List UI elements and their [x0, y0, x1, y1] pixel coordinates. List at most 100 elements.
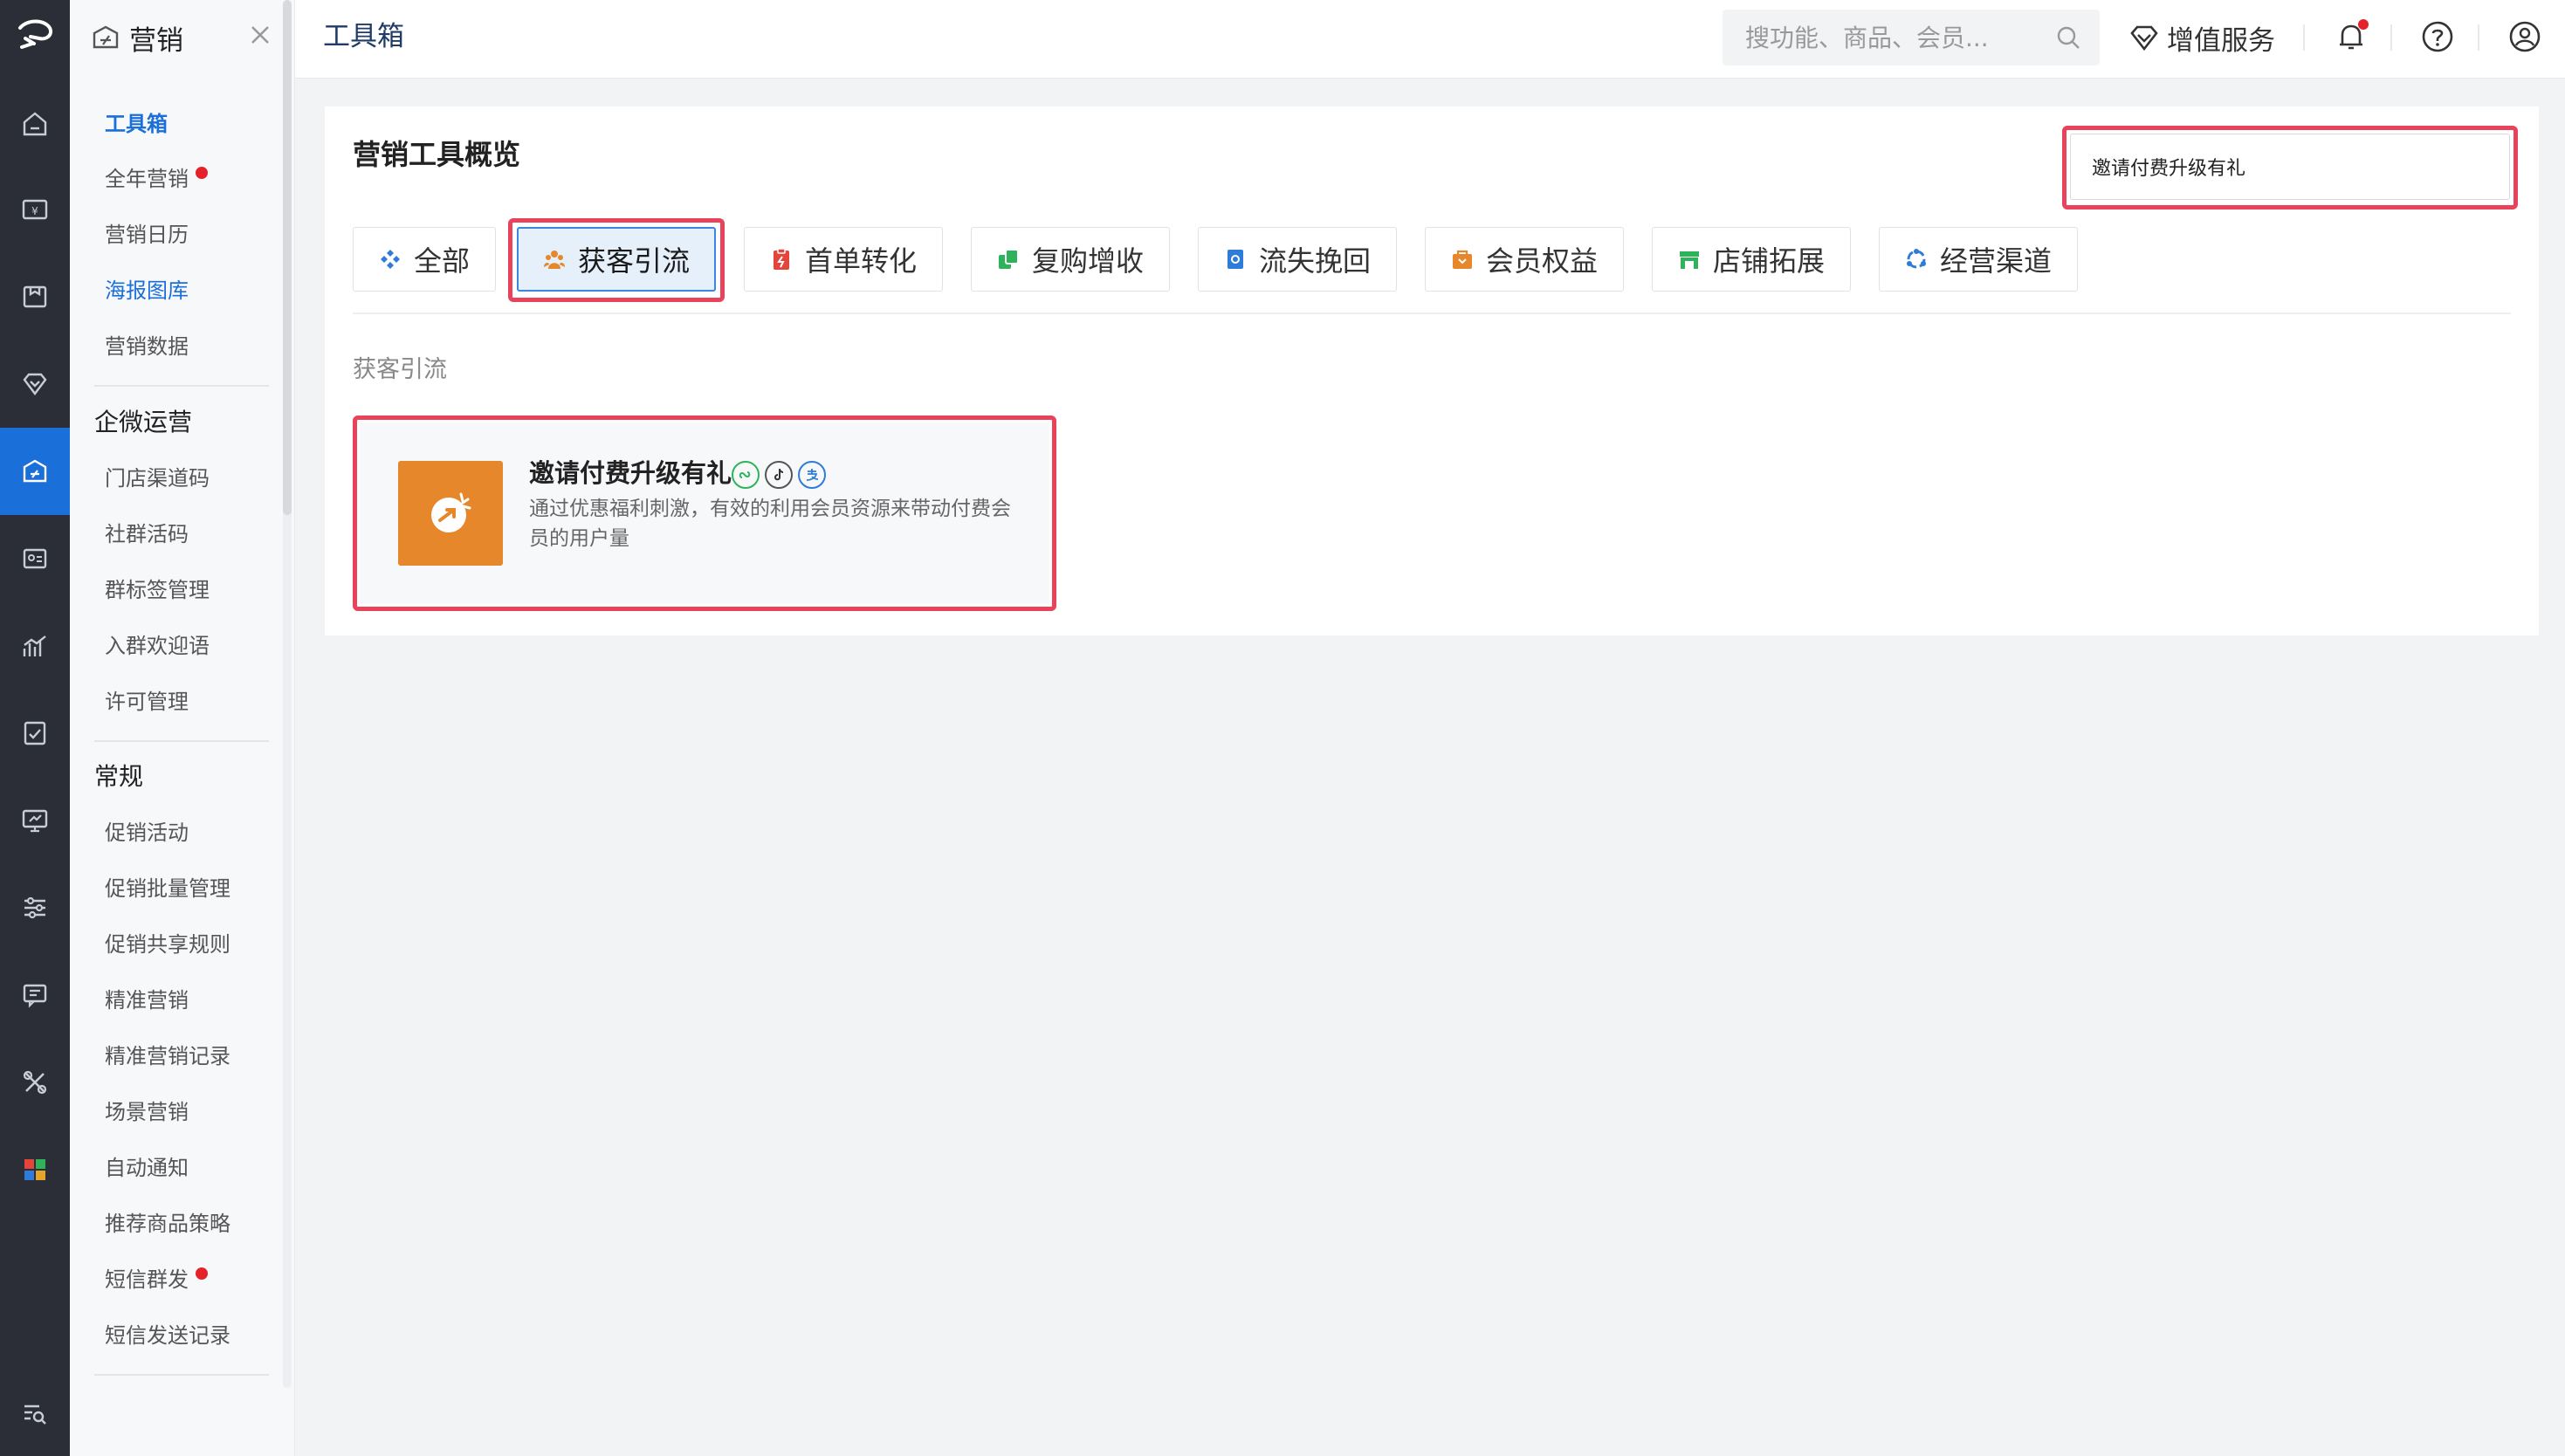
tool-search-input[interactable] [2071, 134, 2509, 199]
tab-highlight-box [508, 218, 725, 302]
message-icon[interactable] [0, 951, 70, 1039]
value-added-services-button[interactable]: 增值服务 [2128, 16, 2275, 59]
tools-icon[interactable] [0, 1039, 70, 1126]
menu-item-annual-marketing[interactable]: 全年营销 [105, 161, 208, 196]
tab-first-order[interactable]: 首单转化 [744, 227, 943, 292]
notification-dot [2358, 19, 2369, 30]
card-icon[interactable] [0, 515, 70, 602]
cashier-icon[interactable]: ¥ [0, 166, 70, 253]
tab-label: 全部 [413, 244, 470, 278]
category-tabs: 全部 获客引流 首单转化 复购增收 流失挽回 会员权益 店铺拓展 经营渠道 [353, 218, 2518, 302]
channel-icon [1906, 249, 1926, 269]
tool-search [2070, 134, 2510, 200]
tab-label: 店铺拓展 [1712, 244, 1825, 278]
menu-item-auto-notify[interactable]: 自动通知 [105, 1150, 189, 1185]
menu-item-community-code[interactable]: 社群活码 [105, 517, 189, 552]
notification-dot [196, 1267, 208, 1280]
diamond-icon [2130, 25, 2158, 52]
tool-channel-badges [732, 461, 831, 489]
tab-churn-recovery[interactable]: 流失挽回 [1198, 227, 1397, 292]
tab-label: 流失挽回 [1258, 244, 1371, 278]
menu-item-poster-gallery[interactable]: 海报图库 [105, 273, 189, 308]
top-bar: 工具箱 增值服务 [295, 0, 2565, 79]
menu-item-promotions[interactable]: 促销活动 [105, 815, 189, 850]
check-icon[interactable] [0, 690, 70, 777]
apps-icon[interactable] [0, 1126, 70, 1213]
svg-text:¥: ¥ [31, 205, 38, 217]
menu-group-wecom: 企微运营 [94, 408, 193, 436]
tool-description: 通过优惠福利刺激，有效的利用会员资源来带动付费会员的用户量 [529, 498, 1011, 550]
app-root: ¥ 营销 工具箱 全年营销 营销日历 海报图库 营销数据 企微运营 门店渠道码 … [0, 0, 2565, 1456]
member-icon[interactable] [0, 340, 70, 428]
icon-rail: ¥ [0, 0, 70, 1456]
tab-label: 会员权益 [1485, 244, 1598, 278]
menu-item-group-tags[interactable]: 群标签管理 [105, 573, 210, 608]
clipboard-icon [773, 248, 789, 270]
tabs-divider [353, 312, 2511, 314]
search-menu-icon[interactable] [0, 1370, 70, 1456]
tab-label: 复购增收 [1031, 244, 1144, 278]
menu-item-store-channel-code[interactable]: 门店渠道码 [105, 461, 210, 496]
alipay-icon [798, 461, 826, 489]
menu-title: 营销 [129, 24, 183, 57]
menu-item-marketing-data[interactable]: 营销数据 [105, 329, 189, 364]
topbar-separator [2478, 24, 2479, 51]
settings-icon[interactable] [0, 864, 70, 951]
tab-repurchase[interactable]: 复购增收 [971, 227, 1170, 292]
document-icon [1227, 250, 1243, 269]
bag-icon [1452, 250, 1472, 269]
user-avatar-icon[interactable] [2506, 17, 2544, 56]
menu-item-precision-records[interactable]: 精准营销记录 [105, 1039, 230, 1074]
menu-item-toolbox[interactable]: 工具箱 [105, 106, 168, 141]
tab-member-benefits[interactable]: 会员权益 [1425, 227, 1624, 292]
menu-item-precision-marketing[interactable]: 精准营销 [105, 983, 189, 1018]
close-icon[interactable] [244, 19, 276, 51]
menu-item-scene-marketing[interactable]: 场景营销 [105, 1095, 189, 1130]
menu-item-sms-records[interactable]: 短信发送记录 [105, 1318, 230, 1353]
help-icon[interactable] [2418, 17, 2457, 56]
douyin-icon [765, 461, 793, 489]
tab-business-channels[interactable]: 经营渠道 [1879, 227, 2078, 292]
tab-label: 首单转化 [804, 244, 917, 278]
tool-card-invite-upgrade[interactable]: 邀请付费升级有礼 通过优惠福利刺激，有效的利用会员资源来带动付费会员的用户量 [360, 422, 1049, 604]
menu-item-promotion-rules[interactable]: 促销共享规则 [105, 927, 230, 962]
value-added-services-label: 增值服务 [2167, 24, 2275, 57]
marketing-icon[interactable] [0, 428, 70, 515]
tool-name: 邀请付费升级有礼 [529, 458, 732, 488]
menu-group-general: 常规 [94, 762, 144, 791]
menu-divider [94, 1374, 269, 1376]
search-icon[interactable] [2054, 24, 2082, 52]
product-icon[interactable] [0, 253, 70, 340]
monitor-icon[interactable] [0, 777, 70, 864]
gift-rocket-icon [398, 461, 503, 566]
topbar-separator [2390, 24, 2392, 51]
menu-scrollbar-thumb[interactable] [283, 0, 292, 515]
home-icon[interactable] [0, 80, 70, 168]
tab-label: 经营渠道 [1939, 244, 2052, 278]
notification-bell-icon[interactable] [2332, 17, 2370, 56]
menu-divider [94, 385, 269, 387]
menu-item-welcome-message[interactable]: 入群欢迎语 [105, 628, 210, 663]
breadcrumb[interactable]: 工具箱 [323, 17, 404, 56]
diamond-icon [380, 250, 400, 269]
menu-item-marketing-calendar[interactable]: 营销日历 [105, 217, 189, 252]
section-label: 获客引流 [353, 356, 447, 383]
page-title: 营销工具概览 [353, 138, 521, 171]
tab-store-expansion[interactable]: 店铺拓展 [1652, 227, 1851, 292]
menu-item-license-management[interactable]: 许可管理 [105, 684, 189, 719]
logo-icon[interactable] [0, 0, 70, 70]
marketing-icon [93, 25, 119, 49]
store-icon [1679, 251, 1699, 269]
global-search [1723, 10, 2100, 65]
tab-all[interactable]: 全部 [353, 227, 496, 292]
global-search-input[interactable] [1723, 10, 2046, 65]
menu-item-sms-broadcast[interactable]: 短信群发 [105, 1262, 208, 1297]
report-icon[interactable] [0, 602, 70, 690]
repeat-icon [998, 249, 1019, 269]
notification-dot [196, 167, 208, 179]
menu-item-promotion-batch[interactable]: 促销批量管理 [105, 871, 230, 906]
tools-overview-card: 营销工具概览 全部 获客引流 首单转化 复购增收 [325, 106, 2539, 635]
menu-item-recommend-strategy[interactable]: 推荐商品策略 [105, 1206, 230, 1241]
mini-program-icon [732, 461, 760, 489]
menu-divider [94, 740, 269, 742]
